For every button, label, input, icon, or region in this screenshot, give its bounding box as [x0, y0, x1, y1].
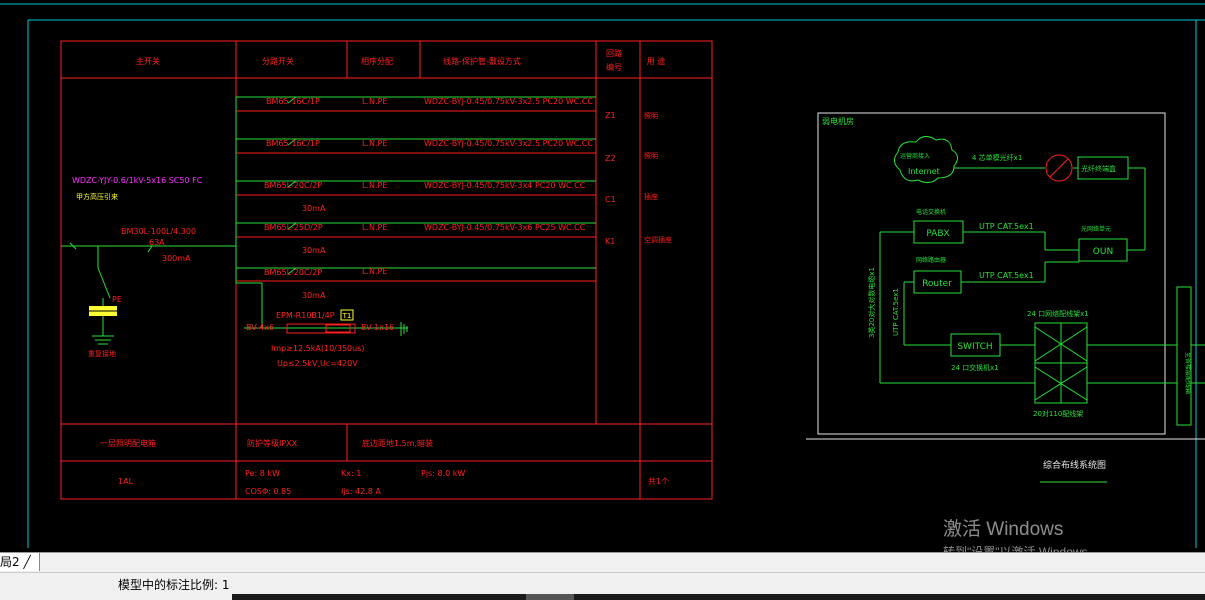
patch-bottom-label: 20对110配线架 — [1033, 409, 1083, 418]
incoming-note: 甲方高压引来 — [76, 192, 118, 201]
main-breaker-model: BM30L-100L/4.300 — [121, 227, 196, 236]
pe-label: PE — [112, 295, 122, 304]
footer-ijs: Ijs: 42.8 A — [341, 487, 381, 496]
main-breaker-rcd: 300mA — [162, 254, 191, 263]
spd-left-wire: BV-4x6 — [246, 323, 274, 332]
patch-top-label: 24 口网络配线架x1 — [1027, 309, 1089, 318]
taskbar-strip — [0, 594, 1205, 600]
incoming-cable: WDZC-YJY-0.6/1kV-5x16 SC50 FC — [72, 176, 203, 185]
spd-model: EPM-R10B1/4P — [276, 311, 335, 320]
panel-footer: 一层照明配电箱 防护等级IPXX 底边距地1.5m,暗装 1AL Pe: 8 k… — [100, 438, 669, 496]
pabx-caption: 电话交换机 — [916, 208, 946, 216]
room-label: 弱电机房 — [822, 116, 854, 126]
cad-drawing: 主开关 分路开关 相序分配 线路-保护管-敷设方式 回路 编号 用 途 WDZC… — [0, 3, 1205, 548]
footer-mounting: 底边距地1.5m,暗装 — [362, 438, 433, 448]
router-label: Router — [922, 279, 952, 289]
left-vertical-cable-a: 3类20对大对数电缆x1 — [867, 267, 876, 338]
status-bar: 模型中的标注比例: 1 — [0, 572, 1205, 595]
taskbar-segment — [0, 594, 232, 600]
header-phase: 相序分配 — [361, 56, 393, 66]
circuit-row-3: BM65L-20C/2P L.N.PE WDZC-BYJ-0.45/0.75kV… — [264, 181, 658, 213]
switch-caption: 24 口交换机x1 — [951, 363, 999, 372]
oun-caption: 光网络单元 — [1081, 225, 1111, 233]
circuit-usage: 照明 — [644, 112, 658, 120]
spd-spec-2: Up≤2.5kV,Uc=420V — [277, 359, 358, 368]
circuit-cable: WDZC-BYJ-0.45/0.75kV-3x2.5 PC20 WC.CC — [424, 97, 593, 106]
header-usage: 用 途 — [647, 56, 666, 66]
footer-cos: COSΦ: 0.85 — [245, 487, 291, 496]
footer-pjs: Pjs: 8.0 kW — [421, 469, 465, 478]
circuit-row-4: BM65L-25D/2P L.N.PE WDZC-BYJ-0.45/0.75kV… — [264, 223, 672, 255]
circuit-breaker: BM65-16C/1P — [266, 97, 320, 106]
pabx-cable: UTP CAT.5ex1 — [979, 222, 1034, 231]
spd-right-wire: BV-1x16 — [361, 323, 394, 332]
busbar-wiring — [61, 96, 596, 345]
riser-label: 至各楼层配线箱 — [1184, 352, 1192, 394]
circuit-breaker: BM65L-25D/2P — [264, 223, 323, 232]
circuit-usage: 空调插座 — [644, 235, 672, 244]
watermark-title: 激活 Windows — [943, 519, 1064, 540]
footer-protection: 防护等级IPXX — [247, 438, 298, 448]
circuit-rcd: 30mA — [302, 291, 326, 300]
patch-panel — [1034, 322, 1088, 404]
ground-label: 重复接地 — [88, 349, 116, 358]
circuit-rcd: 30mA — [302, 204, 326, 213]
header-main-switch: 主开关 — [136, 56, 160, 66]
drawing-canvas[interactable]: 主开关 分路开关 相序分配 线路-保护管-敷设方式 回路 编号 用 途 WDZC… — [0, 0, 1205, 552]
cabling-title: 综合布线系统图 — [1043, 459, 1106, 471]
odf-label: 光纤终端盒 — [1081, 164, 1116, 173]
pabx-label: PABX — [926, 229, 949, 239]
router-cable: UTP CAT.5ex1 — [979, 271, 1034, 280]
fiber-connector-icon — [1045, 154, 1073, 182]
spd-spec-1: Imp≥12.5kA(10/350us) — [271, 344, 364, 353]
footer-box-id: 1AL — [118, 477, 134, 486]
footer-kx: Kx: 1 — [341, 469, 361, 478]
header-circuit-no-1: 回路 — [606, 48, 622, 58]
circuit-cable: WDZC-BYJ-0.45/0.75kV-3x2.5 PC20 WC.CC — [424, 139, 593, 148]
tab-corner-icon: ╱ — [23, 555, 31, 569]
header-cable: 线路-保护管-敷设方式 — [443, 56, 521, 66]
circuit-phase: L.N.PE — [362, 97, 387, 106]
switch-label: SWITCH — [957, 342, 992, 352]
circuit-phase: L.N.PE — [362, 267, 387, 276]
footer-pe: Pe: 8 kW — [245, 469, 280, 478]
circuit-usage: 插座 — [644, 192, 658, 201]
fiber-label: 4 芯单模光纤x1 — [972, 153, 1022, 162]
circuit-row-1: BM65-16C/1P L.N.PE WDZC-BYJ-0.45/0.75kV-… — [266, 97, 658, 120]
cabling-wires — [879, 167, 1205, 384]
oun-label: OUN — [1093, 247, 1113, 257]
circuit-row-5: BM65L-20C/2P L.N.PE 30mA — [264, 267, 387, 300]
circuit-rcd: 30mA — [302, 246, 326, 255]
surge-protector: T1 EPM-R10B1/4P BV-4x6 BV-1x16 Imp≥12.5k… — [246, 309, 408, 368]
left-vertical-cable-b: UTP CAT.5ex1 — [892, 288, 900, 336]
taskbar-segment — [526, 594, 574, 600]
circuit-cable: WDZC-BYJ-0.45/0.75kV-3x4 PC20 WC.CC — [424, 181, 586, 190]
annotation-scale-label[interactable]: 模型中的标注比例: 1 — [118, 576, 230, 593]
internet-line-1: 运营商接入 — [900, 152, 930, 160]
circuit-phase: L.N.PE — [362, 223, 387, 232]
main-breaker-amp: 63A — [149, 238, 165, 247]
circuit-breaker: BM65L-20C/2P — [264, 268, 322, 277]
header-branch-switch: 分路开关 — [262, 56, 294, 66]
footer-count: 共1个 — [648, 477, 669, 486]
circuit-row-2: BM65-16C/1P L.N.PE WDZC-BYJ-0.45/0.75kV-… — [266, 139, 658, 163]
header-circuit-no-2: 编号 — [606, 62, 622, 72]
tab-label: 局2 — [0, 555, 20, 569]
circuit-breaker: BM65L-20C/2P — [264, 181, 322, 190]
spd-box-label: T1 — [342, 312, 352, 320]
circuit-phase: L.N.PE — [362, 139, 387, 148]
circuit-usage: 照明 — [644, 152, 658, 160]
circuit-no: Z1 — [605, 111, 616, 120]
footer-location: 一层照明配电箱 — [100, 438, 156, 448]
circuit-breaker: BM65-16C/1P — [266, 139, 320, 148]
circuit-cable: WDZC-BYJ-0.45/0.75kV-3x6 PC25 WC.CC — [424, 223, 586, 232]
layout-tab-bar: 局2 ╱ — [0, 552, 1205, 573]
tab-layout-2[interactable]: 局2 ╱ — [0, 553, 40, 571]
circuit-no: C1 — [605, 195, 616, 204]
circuit-no: K1 — [605, 237, 615, 246]
circuit-no: Z2 — [605, 154, 616, 163]
router-caption: 网络路由器 — [916, 256, 946, 264]
internet-line-2: Internet — [908, 167, 940, 176]
circuit-phase: L.N.PE — [362, 181, 387, 190]
